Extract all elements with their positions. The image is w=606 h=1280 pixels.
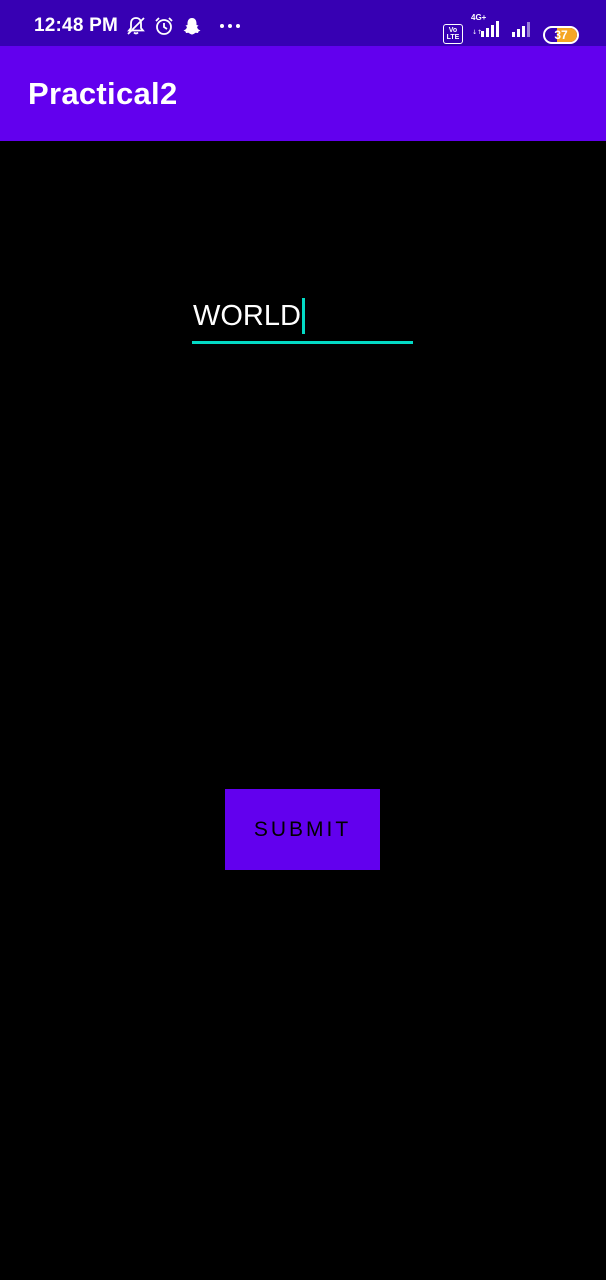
text-input-content: WORLD <box>193 298 305 334</box>
volte-icon: Vo LTE <box>443 24 463 44</box>
svg-text:↓↑: ↓↑ <box>472 29 482 36</box>
text-cursor <box>301 298 305 334</box>
signal-strength-icon: 4G+ ↓↑ <box>471 13 503 44</box>
status-icons-right: Vo LTE 4G+ ↓↑ 37 <box>443 13 579 44</box>
snapchat-icon <box>182 16 202 36</box>
more-dots-icon <box>218 16 242 36</box>
app-screen: 12:48 PM Vo LTE 4G+ ↓↑ 37 Practical2 WOR… <box>0 0 606 1280</box>
submit-button[interactable]: SUBMIT <box>225 789 380 870</box>
status-bar: 12:48 PM Vo LTE 4G+ ↓↑ 37 <box>0 0 606 46</box>
text-input[interactable]: WORLD <box>192 290 413 344</box>
battery-group: 37 <box>543 26 579 44</box>
notifications-off-icon <box>126 16 146 36</box>
network-type-label: 4G+ <box>471 13 487 22</box>
status-time: 12:48 PM <box>34 15 118 36</box>
battery-level: 37 <box>554 28 568 42</box>
alarm-icon <box>154 16 174 36</box>
signal-strength-icon-2 <box>511 17 535 44</box>
text-input-value: WORLD <box>193 299 301 332</box>
status-icons-left <box>126 16 242 36</box>
battery-icon: 37 <box>543 26 579 44</box>
app-bar: Practical2 <box>0 46 606 141</box>
text-input-underline <box>192 341 413 344</box>
app-title: Practical2 <box>28 76 178 111</box>
